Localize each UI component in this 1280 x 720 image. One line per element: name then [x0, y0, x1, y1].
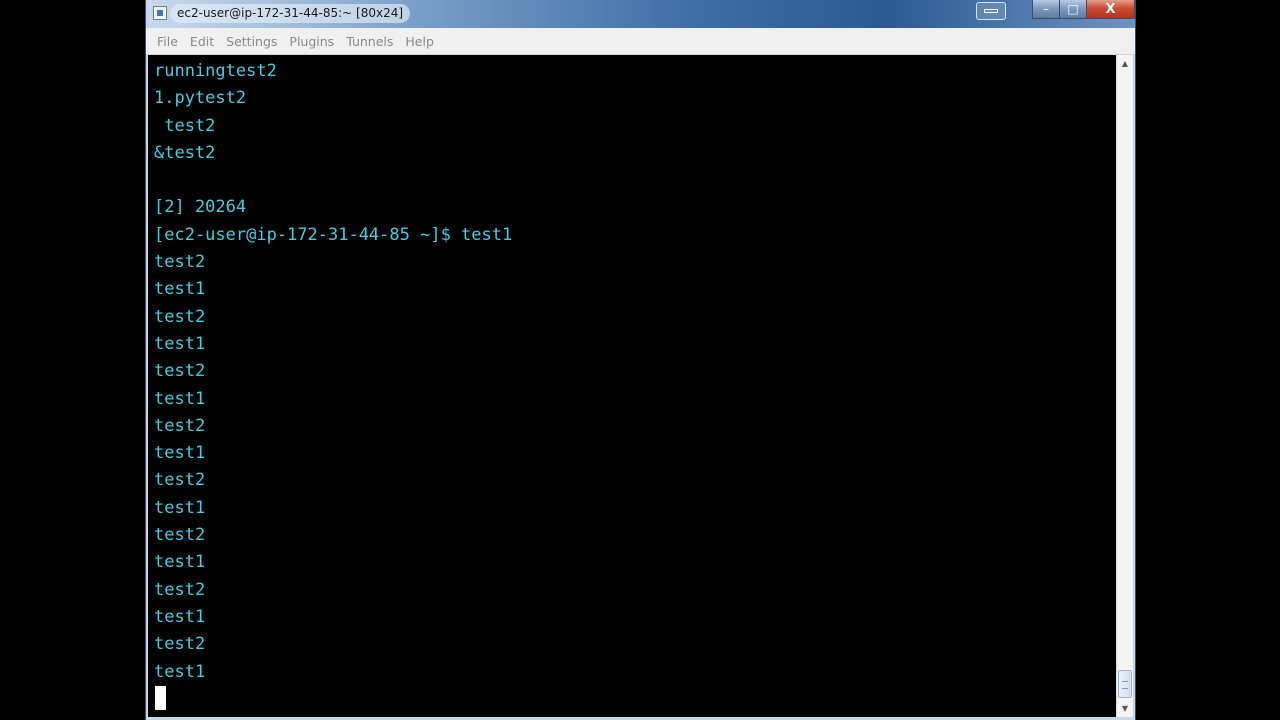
scroll-down-arrow-icon[interactable]: ▼ [1117, 700, 1133, 717]
menu-item-tunnels[interactable]: Tunnels [346, 34, 393, 49]
terminal-line: test2 [154, 252, 206, 273]
terminal-prompt-line: [ec2-user@ip-172-31-44-85 ~]$ test1 [154, 224, 513, 245]
window-title-container: ec2-user@ip-172-31-44-85:~ [80x24] [170, 4, 411, 23]
terminal-line: test1 [154, 552, 206, 573]
maximize-icon: □ [1067, 2, 1079, 16]
scrollbar-thumb[interactable] [1118, 670, 1132, 698]
terminal-line: [2] 20264 [154, 197, 247, 218]
terminal-line: test1 [154, 279, 206, 300]
title-bar[interactable]: ec2-user@ip-172-31-44-85:~ [80x24] – □ X [146, 0, 1135, 28]
terminal-line: test1 [154, 443, 206, 464]
close-button[interactable]: X [1087, 0, 1135, 19]
minimize-icon: – [1043, 2, 1049, 16]
terminal-line: test2 [154, 306, 206, 327]
menu-bar: File Edit Settings Plugins Tunnels Help [146, 28, 1135, 55]
terminal-line: test1 [154, 497, 206, 518]
terminal-line: test2 [154, 579, 206, 600]
terminal-cursor [155, 686, 166, 710]
terminal-lines: runningtest2 1.pytest2 test2 &test2 [2] … [154, 58, 512, 686]
menu-item-file[interactable]: File [157, 34, 178, 49]
terminal-line: test2 [154, 415, 206, 436]
terminal-line: test1 [154, 388, 206, 409]
terminal-line: runningtest2 [154, 61, 277, 81]
close-icon: X [1105, 1, 1116, 17]
terminal-line: test2 [154, 361, 206, 382]
terminal-app-icon[interactable] [153, 6, 167, 20]
terminal-line: test2 [154, 525, 206, 546]
menu-item-help[interactable]: Help [405, 34, 434, 49]
window-title: ec2-user@ip-172-31-44-85:~ [80x24] [177, 6, 404, 20]
menu-item-plugins[interactable]: Plugins [289, 34, 334, 49]
terminal-output-area[interactable]: runningtest2 1.pytest2 test2 &test2 [2] … [148, 55, 1116, 717]
vertical-scrollbar[interactable]: ▲ ▼ [1116, 55, 1133, 717]
terminal-line: test2 [154, 470, 206, 491]
terminal-line: &test2 [154, 142, 216, 163]
menu-item-edit[interactable]: Edit [190, 34, 214, 49]
terminal-line: test1 [154, 661, 206, 682]
terminal-line: 1.pytest2 [154, 88, 247, 109]
window-controls: – □ X [1032, 0, 1135, 20]
terminal-line: test2 [154, 115, 216, 136]
terminal-line: test1 [154, 606, 206, 627]
terminal-window: ec2-user@ip-172-31-44-85:~ [80x24] – □ X… [146, 0, 1135, 720]
menu-item-settings[interactable]: Settings [226, 34, 277, 49]
terminal-line: test1 [154, 333, 206, 354]
minimize-button[interactable]: – [1032, 0, 1060, 19]
desktop-screen: ec2-user@ip-172-31-44-85:~ [80x24] – □ X… [0, 0, 1280, 720]
restore-window-icon[interactable] [976, 2, 1006, 20]
terminal-line: test2 [154, 634, 206, 655]
scroll-up-arrow-icon[interactable]: ▲ [1117, 55, 1133, 72]
maximize-button[interactable]: □ [1060, 0, 1087, 19]
